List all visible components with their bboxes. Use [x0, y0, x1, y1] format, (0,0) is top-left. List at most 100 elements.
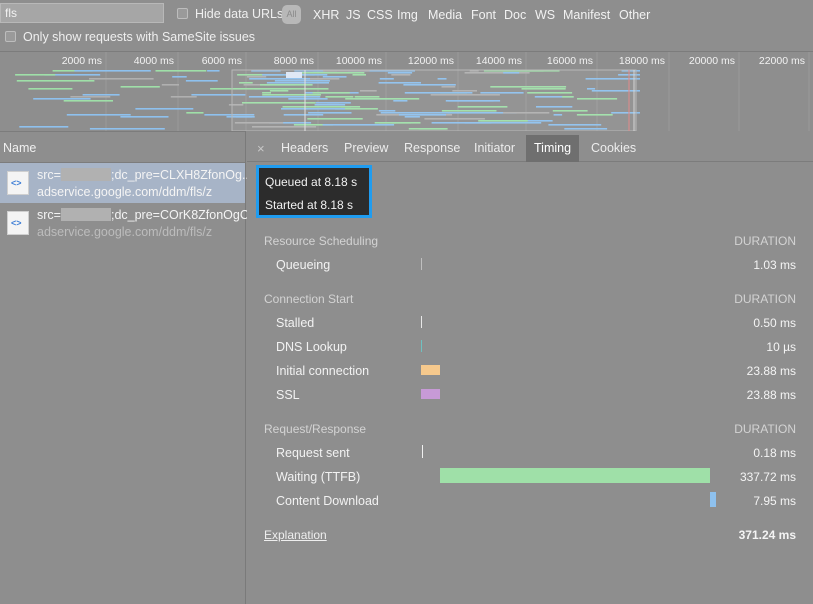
request-name: src= ;dc_pre=CLXH8ZfonOg...: [37, 168, 253, 182]
overview-tick-label: 12000 ms: [408, 55, 454, 67]
type-filter-css[interactable]: CSS: [367, 8, 393, 22]
overview-tick-label: 14000 ms: [476, 55, 522, 67]
tab-headers[interactable]: Headers: [273, 135, 336, 162]
ssl-bar: [421, 389, 440, 399]
type-filter-doc[interactable]: Doc: [504, 8, 526, 22]
overview-tick-label: 10000 ms: [336, 55, 382, 67]
close-icon[interactable]: ×: [257, 141, 265, 156]
request-domain: adservice.google.com/ddm/fls/z: [37, 185, 213, 199]
type-filter-img[interactable]: Img: [397, 8, 418, 22]
timing-label-waiting-ttfb: Waiting (TTFB): [276, 470, 361, 484]
overview-request-bar: [185, 80, 218, 82]
queueing-bar: [421, 258, 422, 270]
type-filter-font[interactable]: Font: [471, 8, 496, 22]
overview-request-bar: [15, 74, 56, 76]
timing-value-waiting-ttfb: 337.72 ms: [739, 470, 796, 484]
name-column-header[interactable]: Name: [0, 131, 245, 163]
dns-lookup-bar: [421, 340, 422, 352]
tab-timing[interactable]: Timing: [526, 135, 580, 162]
overview-tick-label: 20000 ms: [689, 55, 735, 67]
timing-value-ssl: 23.88 ms: [746, 388, 796, 402]
overview-tick-label: 6000 ms: [202, 55, 242, 67]
overview-request-bar: [161, 84, 179, 86]
timing-value-request-sent: 0.18 ms: [753, 446, 796, 460]
initial-connection-bar: [421, 365, 440, 375]
request-sent-bar: [422, 445, 423, 458]
timing-label-request-sent: Request sent: [276, 446, 350, 460]
timing-value-initial-connection: 23.88 ms: [746, 364, 796, 378]
request-list: Name <> src= ;dc_pre=CLXH8ZfonOg... adser…: [0, 131, 259, 604]
timing-label-dns-lookup: DNS Lookup: [276, 340, 347, 354]
hide-data-urls-label: Hide data URLs: [195, 7, 284, 21]
tab-cookies[interactable]: Cookies: [583, 135, 644, 162]
overview-tick-label: 4000 ms: [134, 55, 174, 67]
overview-tick-label: 22000 ms: [759, 55, 805, 67]
overview-request-bar: [172, 76, 187, 78]
overview-tick-label: 18000 ms: [619, 55, 665, 67]
details-tab-bar: × Headers Preview Response Initiator Tim…: [247, 135, 813, 162]
tab-preview[interactable]: Preview: [336, 135, 396, 162]
timing-value-content-download: 7.95 ms: [753, 494, 796, 508]
overview-request-bar: [89, 78, 154, 80]
timing-label-stalled: Stalled: [276, 316, 315, 330]
hide-data-urls-checkbox[interactable]: [177, 8, 188, 19]
overview-tick-label: 8000 ms: [274, 55, 314, 67]
overview-selected-request: [286, 72, 302, 78]
overview-request-bar: [82, 94, 120, 96]
type-filter-js[interactable]: JS: [346, 8, 361, 22]
total-duration: 371.24 ms: [738, 528, 796, 542]
duration-header: DURATION: [734, 234, 796, 248]
type-filter-other[interactable]: Other: [619, 8, 650, 22]
timing-label-ssl: SSL: [276, 388, 300, 402]
samesite-checkbox[interactable]: [5, 31, 16, 42]
overview-request-bar: [170, 96, 197, 98]
overview-request-bar: [135, 108, 194, 110]
timing-value-stalled: 0.50 ms: [753, 316, 796, 330]
type-filter-manifest[interactable]: Manifest: [563, 8, 610, 22]
overview-chart: 2000 ms 4000 ms 6000 ms 8000 ms 10000 ms 1200…: [15, 52, 810, 131]
tab-initiator[interactable]: Initiator: [466, 135, 523, 162]
overview-request-bar: [33, 98, 91, 100]
redacted-block: [60, 168, 111, 181]
overview-request-bar: [155, 70, 207, 72]
overview-request-bar: [186, 112, 204, 114]
document-icon: <>: [7, 211, 29, 235]
filter-input[interactable]: [0, 3, 164, 23]
overview-request-bar: [89, 128, 165, 130]
request-row[interactable]: <> src= ;dc_pre=COrK8ZfonOgC... adservice…: [0, 203, 259, 243]
document-icon: <>: [7, 171, 29, 195]
overview-request-bar: [74, 70, 151, 72]
filter-bar: Hide data URLs All XHR JS CSS Img Media …: [0, 0, 813, 52]
timing-label-initial-connection: Initial connection: [276, 364, 370, 378]
queued-at-text: Queued at 8.18 s: [265, 175, 358, 189]
timing-label-content-download: Content Download: [276, 494, 379, 508]
waiting-ttfb-bar: [440, 468, 710, 483]
overview-request-bar: [70, 96, 111, 98]
overview-request-bar: [120, 86, 160, 88]
network-overview-timeline[interactable]: 2000 ms 4000 ms 6000 ms 8000 ms 10000 ms 1200…: [0, 52, 813, 131]
timing-label-queueing: Queueing: [276, 258, 331, 272]
overview-tick-label: 2000 ms: [62, 55, 102, 67]
started-at-text: Started at 8.18 s: [265, 198, 354, 212]
type-filter-media[interactable]: Media: [428, 8, 462, 22]
overview-request-bar: [66, 114, 131, 116]
section-title-request-response: Request/Response: [264, 422, 367, 436]
redacted-block: [60, 208, 111, 221]
request-domain: adservice.google.com/ddm/fls/z: [37, 225, 213, 239]
type-filter-ws[interactable]: WS: [535, 8, 555, 22]
timing-value-queueing: 1.03 ms: [753, 258, 796, 272]
overview-selection-window: [231, 69, 637, 131]
stalled-bar: [421, 316, 422, 328]
request-name: src= ;dc_pre=COrK8ZfonOgC...: [37, 208, 260, 222]
explanation-link[interactable]: Explanation: [264, 528, 327, 542]
request-row[interactable]: <> src= ;dc_pre=CLXH8ZfonOg... adservice.…: [0, 163, 252, 203]
type-filter-xhr[interactable]: XHR: [313, 8, 339, 22]
tab-response[interactable]: Response: [396, 135, 468, 162]
overview-request-bar: [120, 116, 169, 118]
overview-request-bar: [63, 100, 113, 102]
queued-started-tooltip: Queued at 8.18 s Started at 8.18 s: [256, 165, 372, 218]
overview-request-bar: [28, 88, 73, 90]
regex-toggle-button[interactable]: All: [282, 5, 301, 24]
content-download-bar: [710, 492, 716, 507]
section-title-connection-start: Connection Start: [264, 292, 354, 306]
